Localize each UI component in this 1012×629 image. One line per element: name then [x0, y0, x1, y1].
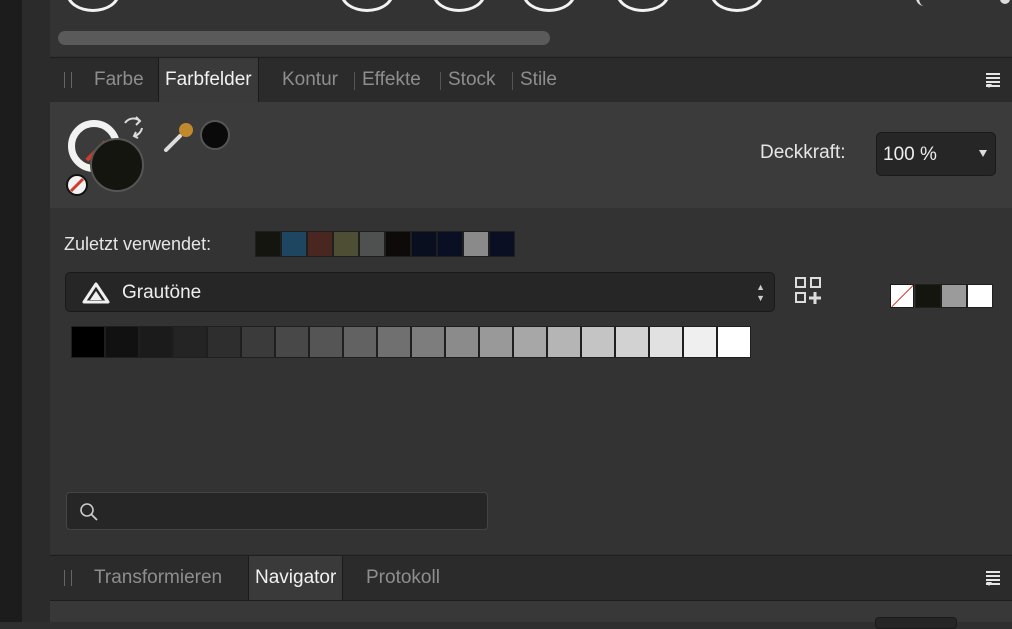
- circle-button-2[interactable]: [340, 0, 394, 12]
- gray-swatch[interactable]: [581, 326, 615, 358]
- color-controls-area: Deckkraft: 100 %: [50, 102, 1012, 208]
- gray-swatch[interactable]: [275, 326, 309, 358]
- gray-swatch[interactable]: [649, 326, 683, 358]
- quick-swatch[interactable]: [941, 284, 967, 308]
- add-swatch-grid-icon[interactable]: [794, 276, 824, 306]
- gray-swatch[interactable]: [309, 326, 343, 358]
- gray-swatch[interactable]: [105, 326, 139, 358]
- palette-dropdown[interactable]: Grautöne ▲ ▼: [65, 272, 775, 312]
- tab-navigator[interactable]: Navigator: [248, 556, 344, 600]
- gray-swatch[interactable]: [207, 326, 241, 358]
- partial-dot-icon[interactable]: [1000, 0, 1010, 4]
- swatch-search-field[interactable]: [66, 492, 488, 530]
- gray-swatch[interactable]: [513, 326, 547, 358]
- left-edge-strip: [0, 0, 22, 622]
- recent-colors-label: Zuletzt verwendet:: [64, 234, 212, 254]
- opacity-value: 100 %: [883, 144, 937, 165]
- circle-button-4[interactable]: [522, 0, 576, 12]
- gray-swatch[interactable]: [377, 326, 411, 358]
- tab-separator: [440, 72, 441, 90]
- recent-color-swatch[interactable]: [281, 231, 307, 257]
- recent-color-swatch[interactable]: [307, 231, 333, 257]
- palette-triangle-icon: [82, 282, 110, 304]
- no-color-icon[interactable]: [65, 173, 89, 197]
- swatches-area: Zuletzt verwendet: Grautöne ▲ ▼: [50, 208, 1012, 554]
- gray-swatch[interactable]: [71, 326, 105, 358]
- swap-arrow-icon[interactable]: [120, 114, 148, 140]
- picker-color-circle[interactable]: [200, 120, 230, 150]
- top-panel: [50, 0, 1012, 56]
- panel-menu-icon[interactable]: [986, 72, 1006, 88]
- updown-chevron-icon: ▲ ▼: [756, 282, 765, 303]
- chevron-down-icon: [979, 150, 987, 157]
- gray-swatch[interactable]: [343, 326, 377, 358]
- palette-name: Grautöne: [122, 282, 202, 303]
- quick-swatch-none[interactable]: [890, 284, 914, 308]
- panel-menu-icon[interactable]: [986, 570, 1006, 586]
- partial-icon[interactable]: [916, 0, 933, 6]
- tab-effekte[interactable]: Effekte: [362, 58, 421, 102]
- opacity-label: Deckkraft:: [760, 142, 846, 163]
- gray-swatch[interactable]: [479, 326, 513, 358]
- gray-swatch[interactable]: [411, 326, 445, 358]
- quick-swatch[interactable]: [967, 284, 993, 308]
- circle-button-5[interactable]: [616, 0, 670, 12]
- quick-swatch[interactable]: [915, 284, 941, 308]
- search-icon: [80, 503, 98, 521]
- recent-color-swatch[interactable]: [385, 231, 411, 257]
- navigator-panel-body: [50, 601, 1012, 629]
- tab-protokoll[interactable]: Protokoll: [366, 556, 440, 600]
- gray-swatch[interactable]: [241, 326, 275, 358]
- tab-kontur[interactable]: Kontur: [282, 58, 338, 102]
- tab-separator: [512, 72, 513, 90]
- gray-swatch[interactable]: [717, 326, 751, 358]
- tab-transformieren[interactable]: Transformieren: [94, 556, 222, 600]
- fill-color-circle[interactable]: [90, 138, 144, 192]
- tab-farbfelder[interactable]: Farbfelder: [158, 58, 259, 102]
- gray-swatch[interactable]: [683, 326, 717, 358]
- left-gutter: [22, 0, 50, 622]
- recent-color-swatch[interactable]: [437, 231, 463, 257]
- eyedropper-icon[interactable]: [162, 118, 198, 154]
- navigator-control[interactable]: [875, 617, 957, 629]
- opacity-dropdown[interactable]: 100 %: [876, 132, 996, 176]
- gray-swatch[interactable]: [445, 326, 479, 358]
- panel-grip[interactable]: [64, 72, 72, 88]
- gray-swatch[interactable]: [173, 326, 207, 358]
- recent-color-swatch[interactable]: [411, 231, 437, 257]
- circle-button-3[interactable]: [432, 0, 486, 12]
- panel-grip[interactable]: [64, 570, 72, 586]
- gray-swatch[interactable]: [615, 326, 649, 358]
- circle-button-6[interactable]: [710, 0, 764, 12]
- horizontal-scrollbar[interactable]: [58, 31, 550, 45]
- tab-stile[interactable]: Stile: [520, 58, 557, 102]
- recent-color-swatch[interactable]: [359, 231, 385, 257]
- circle-button-1[interactable]: [66, 0, 120, 12]
- tab-separator: [354, 72, 355, 90]
- recent-color-swatch[interactable]: [463, 231, 489, 257]
- recent-color-swatch[interactable]: [489, 231, 515, 257]
- tab-stock[interactable]: Stock: [448, 58, 496, 102]
- recent-color-swatch[interactable]: [333, 231, 359, 257]
- search-input[interactable]: [107, 499, 481, 525]
- colors-tabbar: Farbe Farbfelder Kontur Effekte Stock St…: [50, 57, 1012, 103]
- navigator-tabbar: Transformieren Navigator Protokoll: [50, 555, 1012, 601]
- gray-swatch[interactable]: [139, 326, 173, 358]
- recent-color-swatch[interactable]: [255, 231, 281, 257]
- tab-farbe[interactable]: Farbe: [94, 58, 144, 102]
- gray-swatch[interactable]: [547, 326, 581, 358]
